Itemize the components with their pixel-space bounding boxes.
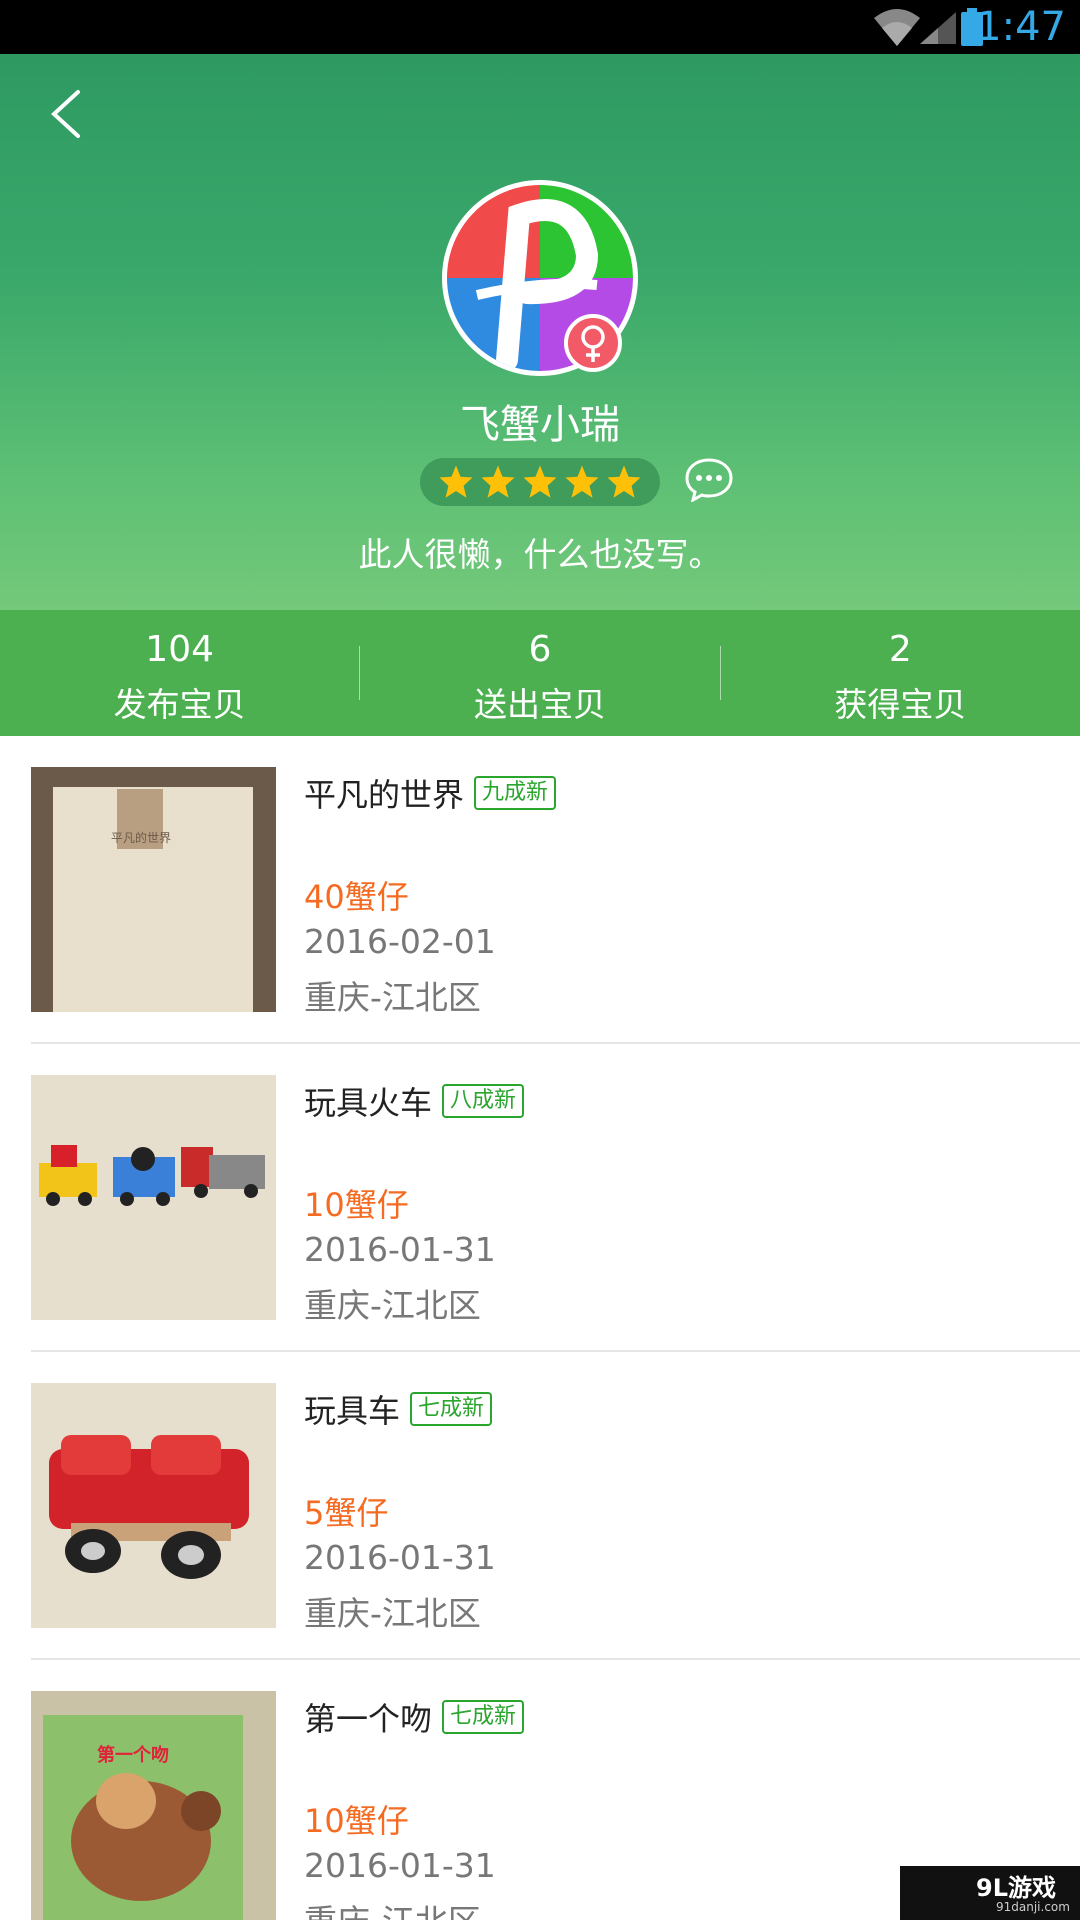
item-title: 玩具火车	[304, 1084, 433, 1122]
status-time: 1:47	[976, 4, 1066, 50]
signal-icon	[920, 12, 956, 44]
star-icon	[523, 465, 557, 498]
stat-received[interactable]: 2 获得宝贝	[721, 610, 1080, 736]
item-title: 玩具车	[304, 1392, 401, 1430]
list-item[interactable]: 玩具火车 八成新 10蟹仔 2016-01-31 重庆-江北区	[0, 1044, 1080, 1352]
item-location: 重庆-江北区	[304, 1286, 481, 1325]
item-price: 10蟹仔	[304, 1186, 409, 1224]
item-location: 重庆-江北区	[304, 978, 481, 1017]
profile-header: 飞蟹小瑞 此人很懒，什么也没写。	[0, 54, 1080, 610]
rating-stars	[420, 458, 660, 506]
stat-given[interactable]: 6 送出宝贝	[360, 610, 719, 736]
item-price: 10蟹仔	[304, 1802, 409, 1840]
item-thumbnail-book: 平凡的世界	[31, 767, 276, 1012]
star-icon	[565, 465, 599, 498]
item-thumbnail-picture-book: 第一个吻	[31, 1691, 276, 1920]
condition-tag: 八成新	[442, 1084, 525, 1118]
star-icon	[439, 465, 473, 498]
list-item[interactable]: 平凡的世界 平凡的世界 九成新 40蟹仔 2016-02-01 重庆-江北区	[0, 736, 1080, 1044]
condition-tag: 七成新	[410, 1392, 493, 1426]
back-arrow-icon[interactable]	[44, 84, 88, 144]
stat-label: 送出宝贝	[473, 685, 606, 724]
star-icon	[607, 465, 641, 498]
item-location: 重庆-江北区	[304, 1895, 481, 1920]
item-price: 5蟹仔	[304, 1494, 389, 1532]
item-title: 第一个吻	[304, 1700, 433, 1738]
item-date: 2016-01-31	[304, 1846, 496, 1885]
book-cover-title: 第一个吻	[97, 1745, 169, 1766]
stat-count: 6	[528, 629, 552, 670]
item-date: 2016-01-31	[304, 1538, 496, 1577]
stat-count: 104	[145, 629, 215, 670]
wifi-icon	[874, 9, 920, 46]
stat-label: 获得宝贝	[834, 685, 967, 724]
nickname: 飞蟹小瑞	[460, 402, 620, 448]
watermark-site: 91danji.com	[996, 1900, 1070, 1914]
item-list: 平凡的世界 平凡的世界 九成新 40蟹仔 2016-02-01 重庆-江北区 玩…	[0, 736, 1080, 1920]
stat-count: 2	[888, 629, 912, 670]
condition-tag: 九成新	[474, 776, 557, 810]
picture-book-image	[31, 1691, 276, 1920]
list-item[interactable]: 玩具车 七成新 5蟹仔 2016-01-31 重庆-江北区	[0, 1352, 1080, 1660]
toy-train-image	[31, 1075, 276, 1320]
item-location: 重庆-江北区	[304, 1594, 481, 1633]
star-icon	[481, 465, 515, 498]
stats-bar: 104 发布宝贝 6 送出宝贝 2 获得宝贝	[0, 610, 1080, 736]
item-title: 平凡的世界	[304, 776, 465, 814]
item-price: 40蟹仔	[304, 878, 409, 916]
stat-label: 发布宝贝	[113, 685, 246, 724]
item-date: 2016-01-31	[304, 1230, 496, 1269]
stat-published[interactable]: 104 发布宝贝	[0, 610, 359, 736]
chat-bubble-icon[interactable]	[684, 456, 734, 502]
item-thumbnail-toy-train	[31, 1075, 276, 1320]
condition-tag: 七成新	[442, 1700, 525, 1734]
toy-car-image	[31, 1383, 276, 1628]
watermark-brand: 9L游戏	[976, 1874, 1056, 1902]
item-thumbnail-toy-car	[31, 1383, 276, 1628]
status-bar: 1:47	[0, 0, 1080, 54]
signature: 此人很懒，什么也没写。	[358, 535, 722, 574]
item-date: 2016-02-01	[304, 922, 496, 961]
watermark: 9L游戏 91danji.com	[900, 1866, 1080, 1920]
book-cover-title: 平凡的世界	[111, 831, 172, 845]
female-icon	[581, 325, 605, 362]
female-gender-badge	[564, 314, 622, 372]
